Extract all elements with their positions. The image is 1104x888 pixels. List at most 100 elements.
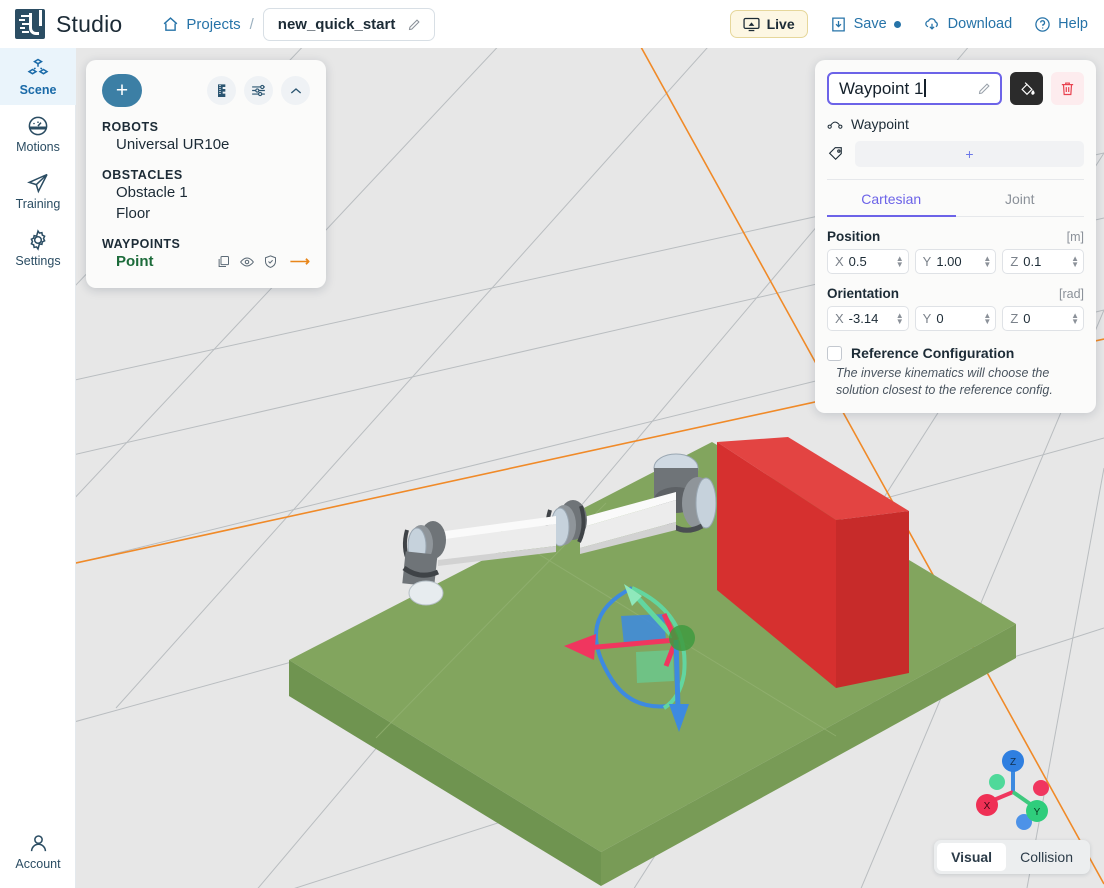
orientation-x-value: -3.14 (848, 311, 879, 326)
tab-cartesian[interactable]: Cartesian (827, 182, 956, 217)
scene-item-obstacle-1[interactable]: Obstacle 1 (102, 182, 310, 203)
cubes-icon (27, 58, 49, 75)
waypoint-name-input[interactable]: Waypoint 1 (827, 72, 1002, 105)
collapse-panel-button[interactable] (281, 76, 310, 105)
position-y-value: 1.00 (936, 254, 962, 269)
position-y-field[interactable]: Y 1.00 ▲ ▼ (914, 249, 997, 274)
project-name-field[interactable]: new_quick_start (262, 7, 436, 41)
scene-group-waypoints-title: WAYPOINTS (102, 237, 181, 251)
scene-tree-panel: + ROBOTS Universal UR10e OBSTACLES Obsta… (86, 60, 326, 288)
scene-settings-button[interactable] (244, 76, 273, 105)
scene-item-point[interactable]: Point ⟶ (102, 251, 310, 272)
sidebar-item-training[interactable]: Training (0, 162, 76, 219)
question-circle-icon (1035, 16, 1050, 32)
position-title: Position (827, 229, 881, 244)
help-label: Help (1058, 16, 1088, 32)
measure-tool-button[interactable] (207, 76, 236, 105)
sidebar-item-scene-label: Scene (19, 82, 57, 97)
help-button[interactable]: Help (1034, 16, 1088, 33)
waypoint-name-value: Waypoint 1 (839, 78, 924, 98)
scene-group-robots-title: ROBOTS (102, 120, 159, 134)
orientation-z-axis: Z (1010, 311, 1019, 326)
jacobi-logo-icon (15, 9, 45, 39)
shield-check-icon[interactable] (263, 254, 278, 269)
save-button[interactable]: Save (830, 16, 901, 33)
pencil-icon[interactable] (407, 17, 422, 32)
sliders-icon (252, 84, 265, 97)
position-y-stepper[interactable]: ▲ ▼ (983, 254, 991, 268)
pencil-icon[interactable] (977, 81, 992, 96)
scene-panel-header: + (102, 74, 310, 107)
position-z-stepper[interactable]: ▲ ▼ (1071, 254, 1079, 268)
live-label: Live (766, 16, 795, 32)
screen-cast-icon (743, 17, 760, 31)
sidebar-item-account[interactable]: Account (0, 823, 76, 880)
save-download-icon (831, 16, 845, 32)
breadcrumb-projects-link[interactable]: Projects (162, 16, 241, 33)
scene-item-row-icons: ⟶ (216, 253, 310, 270)
tag-add-plus: + (965, 146, 974, 162)
scene-panel-tools (207, 76, 310, 105)
user-icon (30, 835, 46, 852)
position-x-field[interactable]: X 0.5 ▲ ▼ (827, 249, 909, 274)
waypoint-type-row: Waypoint (827, 116, 1084, 132)
axis-gizmo-neg-x[interactable] (1033, 780, 1049, 796)
paper-plane-icon (27, 173, 48, 194)
toggle-visual[interactable]: Visual (937, 843, 1007, 871)
orientation-z-field[interactable]: Z 0 ▲ ▼ (1002, 306, 1085, 331)
position-unit: [m] (1066, 230, 1084, 244)
add-object-button[interactable]: + (102, 74, 142, 107)
eye-icon[interactable] (239, 254, 255, 270)
waypoint-type-label: Waypoint (851, 116, 909, 132)
cloud-download-icon (924, 17, 938, 30)
properties-tabs: Cartesian Joint (827, 182, 1084, 217)
unsaved-indicator-dot (893, 20, 901, 28)
axis-gizmo-x-label: X (984, 801, 991, 812)
top-actions: Live Save Download Help (729, 10, 1088, 38)
waypoint-icon (827, 121, 843, 129)
reference-config-label: Reference Configuration (851, 345, 1015, 361)
scene-item-universal-ur10e[interactable]: Universal UR10e (102, 134, 310, 155)
delete-button[interactable] (1051, 72, 1084, 105)
live-button[interactable]: Live (729, 10, 808, 38)
tag-icon (828, 147, 842, 161)
scene-item-floor[interactable]: Floor (102, 203, 310, 224)
position-section-header: Position [m] (827, 229, 1084, 244)
position-x-stepper[interactable]: ▲ ▼ (896, 254, 904, 268)
sidebar-item-scene[interactable]: Scene (0, 48, 76, 105)
copy-icon[interactable] (216, 254, 231, 269)
download-button[interactable]: Download (923, 16, 1012, 33)
orientation-y-stepper[interactable]: ▲ ▼ (983, 311, 991, 325)
reference-config-checkbox[interactable] (827, 345, 842, 361)
brand-name: Studio (56, 10, 123, 37)
paint-bucket-button[interactable] (1010, 72, 1043, 105)
top-bar: Studio Projects / new_quick_start Live S… (0, 0, 1104, 48)
waypoint-properties-panel: Waypoint 1 Waypoint + Cartesian Joint Po… (815, 60, 1096, 413)
paint-bucket-icon (1020, 81, 1035, 95)
tab-joint[interactable]: Joint (955, 182, 1084, 217)
scene-group-obstacles-title: OBSTACLES (102, 168, 183, 182)
orientation-y-axis: Y (922, 311, 932, 326)
toggle-collision[interactable]: Collision (1006, 843, 1087, 871)
orientation-x-field[interactable]: X -3.14 ▲ ▼ (827, 306, 909, 331)
reference-config-row: Reference Configuration (827, 345, 1084, 361)
position-z-field[interactable]: Z 0.1 ▲ ▼ (1002, 249, 1085, 274)
position-z-axis: Z (1010, 254, 1019, 269)
orientation-y-field[interactable]: Y 0 ▲ ▼ (914, 306, 997, 331)
orientation-section-header: Orientation [rad] (827, 286, 1084, 301)
properties-header: Waypoint 1 (827, 72, 1084, 105)
position-y-axis: Y (922, 254, 932, 269)
position-z-value: 0.1 (1023, 254, 1042, 269)
gauge-icon (28, 116, 48, 136)
orientation-x-stepper[interactable]: ▲ ▼ (896, 311, 904, 325)
chevron-up-icon (290, 87, 301, 94)
arrow-right-icon[interactable]: ⟶ (290, 253, 310, 270)
sidebar-item-motions[interactable]: Motions (0, 105, 76, 162)
orientation-z-stepper[interactable]: ▲ ▼ (1071, 311, 1079, 325)
orientation-z-value: 0 (1023, 311, 1031, 326)
scene-item-label: Obstacle 1 (116, 184, 188, 201)
axis-gizmo-neg-y[interactable] (989, 774, 1005, 790)
axis-orientation-gizmo[interactable]: Z X Y (967, 744, 1059, 836)
sidebar-item-settings[interactable]: Settings (0, 219, 76, 276)
tag-add-input[interactable]: + (855, 141, 1084, 167)
